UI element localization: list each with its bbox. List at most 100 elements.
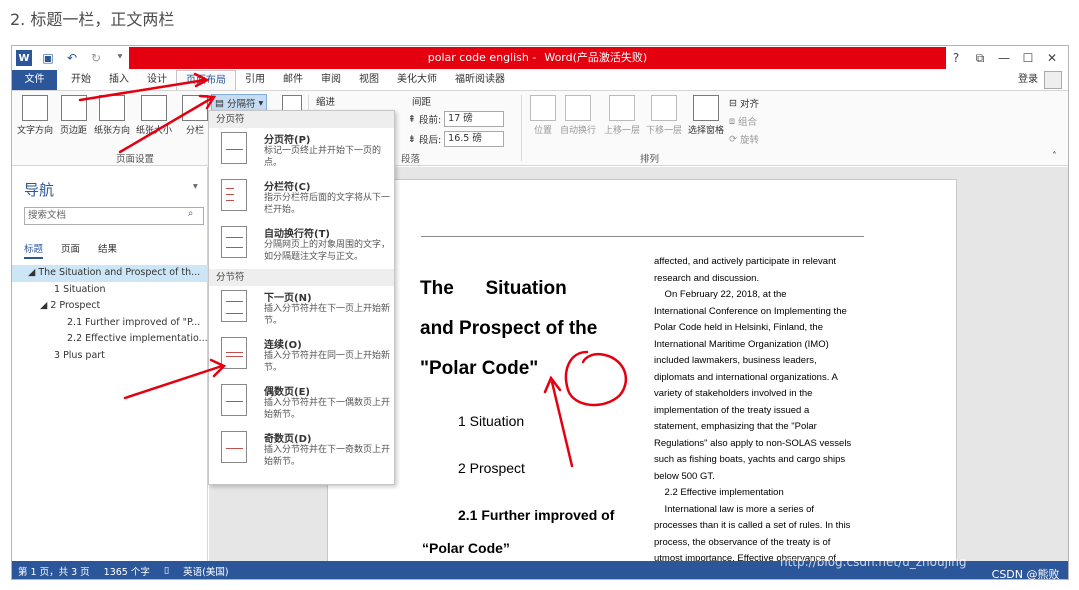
tab-view[interactable]: 视图 bbox=[350, 70, 388, 90]
watermark: http://blog.csdn.net/u_zhoujing bbox=[780, 555, 967, 569]
group-page-setup: 页面设置 bbox=[116, 154, 155, 165]
avatar[interactable] bbox=[1044, 71, 1062, 89]
selection-pane-button[interactable]: 选择窗格 bbox=[688, 95, 724, 136]
search-icon[interactable]: ⌕ bbox=[188, 208, 193, 219]
text-line: Polar Code held in Helsinki, Finland, th… bbox=[654, 322, 823, 333]
nav-tree-item[interactable]: 3 Plus part bbox=[12, 348, 208, 365]
text-line: 2.2 Effective implementation bbox=[654, 487, 784, 498]
columns-icon bbox=[182, 95, 208, 121]
tab-references[interactable]: 引用 bbox=[236, 70, 274, 90]
word-count[interactable]: 1365 个字 bbox=[104, 564, 150, 578]
size-button[interactable]: 纸张大小 bbox=[136, 95, 172, 136]
tab-mailings[interactable]: 邮件 bbox=[274, 70, 312, 90]
heading-tree: ◢ The Situation and Prospect of th... 1 S… bbox=[12, 265, 208, 364]
minimize-button[interactable]: — bbox=[992, 51, 1016, 65]
undo-icon[interactable]: ↶ bbox=[64, 50, 80, 66]
ribbon-display-button[interactable]: ⧉ bbox=[968, 51, 992, 66]
nav-tree-item[interactable]: ◢ The Situation and Prospect of th... bbox=[12, 265, 208, 282]
tab-headings[interactable]: 标题 bbox=[24, 241, 44, 259]
document-page[interactable]: The Situation and Prospect of the "Polar… bbox=[327, 179, 957, 561]
navigation-pane: 导航 ▾ 搜索文档 ⌕ 标题 页面 结果 ◢ The Situation and… bbox=[12, 167, 208, 561]
group-arrange: 排列 bbox=[640, 154, 660, 165]
nav-tree-item[interactable]: ◢ 2 Prospect bbox=[12, 298, 208, 315]
tab-foxit[interactable]: 福昕阅读器 bbox=[446, 70, 514, 90]
menu-item-text-wrapping[interactable]: 自动换行符(T) 分隔网页上的对象周围的文字，如分隔题注文字与正文。 bbox=[209, 222, 394, 269]
nav-title: 导航 bbox=[24, 181, 55, 199]
tab-file[interactable]: 文件 bbox=[12, 70, 57, 90]
help-button[interactable]: ? bbox=[944, 51, 968, 65]
collapse-ribbon-icon[interactable]: ˄ bbox=[1052, 151, 1057, 162]
maximize-button[interactable]: ☐ bbox=[1016, 51, 1040, 65]
tab-page-layout[interactable]: 页面布局 bbox=[176, 69, 236, 91]
tab-results[interactable]: 结果 bbox=[98, 241, 117, 259]
rotate-button[interactable]: ⟳ 旋转 bbox=[729, 132, 759, 147]
nav-options-icon[interactable]: ▾ bbox=[193, 181, 198, 192]
indent-label: 缩进 bbox=[316, 97, 336, 108]
heading-prospect: 2 Prospect bbox=[458, 460, 525, 476]
menu-item-column-break[interactable]: 分栏符(C) 指示分栏符后面的文字将从下一栏开始。 bbox=[209, 175, 394, 222]
group-icon: ⧈ bbox=[729, 115, 736, 127]
tab-review[interactable]: 审阅 bbox=[312, 70, 350, 90]
space-before-input[interactable]: 17 磅 bbox=[444, 111, 505, 127]
spacing-label: 间距 bbox=[412, 97, 432, 108]
space-after-row: ⇟ 段后: 16.5 磅 bbox=[408, 131, 505, 147]
align-button[interactable]: ⊟ 对齐 bbox=[729, 96, 759, 111]
menu-item-continuous[interactable]: 连续(O) 插入分节符并在同一页上开始新节。 bbox=[209, 333, 394, 380]
text-line: included lawmakers, business leaders, bbox=[654, 355, 817, 366]
nav-tree-item[interactable]: 1 Situation bbox=[12, 282, 208, 299]
close-button[interactable]: ✕ bbox=[1040, 51, 1064, 65]
title-bar: W ▣ ↶ ↻ ⯆ polar code english - Word(产品激活失… bbox=[12, 46, 1068, 70]
chevron-down-icon: ▾ bbox=[258, 97, 264, 109]
language[interactable]: 英语(美国) bbox=[183, 564, 228, 578]
text-line: Regulations" also apply to non-SOLAS ves… bbox=[654, 437, 852, 449]
orientation-icon bbox=[99, 95, 125, 121]
bring-forward-button[interactable]: 上移一层 bbox=[604, 95, 640, 136]
menu-item-odd-page[interactable]: 奇数页(D) 插入分节符并在下一奇数页上开始新节。 bbox=[209, 427, 394, 474]
text-direction-button[interactable]: 文字方向 bbox=[17, 95, 53, 136]
nav-tree-item[interactable]: 2.1 Further improved of "P... bbox=[12, 315, 208, 332]
menu-item-even-page[interactable]: 偶数页(E) 插入分节符并在下一偶数页上开始新节。 bbox=[209, 380, 394, 427]
nav-tree-item[interactable]: 2.2 Effective implementatio... bbox=[12, 331, 208, 348]
doc-title-line-2: and Prospect of the bbox=[420, 318, 598, 339]
text-line: process, the observance of the treaty is… bbox=[654, 536, 831, 548]
right-column-text: affected, and actively participate in re… bbox=[654, 254, 863, 561]
heading-2-1: 2.1 Further improved of bbox=[458, 507, 615, 523]
tab-insert[interactable]: 插入 bbox=[100, 70, 138, 90]
send-backward-button[interactable]: 下移一层 bbox=[646, 95, 682, 136]
rotate-icon: ⟳ bbox=[729, 133, 737, 145]
wrap-text-button[interactable]: 自动换行 bbox=[560, 95, 596, 136]
tab-design[interactable]: 设计 bbox=[138, 70, 176, 90]
doc-title-line-1: The Situation bbox=[420, 278, 567, 299]
text-line: diplomats and international organization… bbox=[654, 371, 838, 383]
csdn-credit: CSDN @熊败_ bbox=[991, 568, 1065, 581]
margins-button[interactable]: 页边距 bbox=[60, 95, 87, 136]
login-link[interactable]: 登录 bbox=[1018, 70, 1038, 90]
customize-qat-icon[interactable]: ⯆ bbox=[112, 50, 128, 66]
menu-item-page-break[interactable]: 分页符(P) 标记一页终止并开始下一页的点。 bbox=[209, 128, 394, 175]
text-line: On February 22, 2018, at the bbox=[654, 289, 787, 300]
search-input[interactable]: 搜索文档 bbox=[24, 207, 204, 225]
text-line: implementation of the treaty issued a bbox=[654, 404, 810, 416]
text-line: variety of stakeholders involved in the bbox=[654, 388, 813, 399]
save-icon[interactable]: ▣ bbox=[40, 50, 56, 66]
group-button[interactable]: ⧈ 组合 bbox=[729, 114, 757, 129]
continuous-icon bbox=[221, 337, 247, 369]
orientation-button[interactable]: 纸张方向 bbox=[94, 95, 130, 136]
menu-item-next-page[interactable]: 下一页(N) 插入分节符并在下一页上开始新节。 bbox=[209, 286, 394, 333]
tab-pages[interactable]: 页面 bbox=[61, 241, 80, 259]
position-icon bbox=[530, 95, 556, 121]
page-count[interactable]: 第 1 页，共 3 页 bbox=[18, 564, 90, 578]
tab-beautify[interactable]: 美化大师 bbox=[388, 70, 446, 90]
window-controls: ? ⧉ — ☐ ✕ bbox=[944, 46, 1064, 70]
redo-icon[interactable]: ↻ bbox=[88, 50, 104, 66]
proofing-icon[interactable]: ▯ bbox=[164, 565, 169, 576]
text-line: International Maritime Organization (IMO… bbox=[654, 338, 829, 350]
text-line: below 500 GT. bbox=[654, 470, 715, 482]
columns-button[interactable]: 分栏 bbox=[182, 95, 208, 136]
app-name: Word(产品激活失败) bbox=[544, 51, 648, 64]
space-after-input[interactable]: 16.5 磅 bbox=[444, 131, 505, 147]
blog-heading: 2. 标题一栏，正文两栏 bbox=[10, 10, 175, 29]
space-before-row: ⇞ 段前: 17 磅 bbox=[408, 111, 505, 127]
position-button[interactable]: 位置 bbox=[530, 95, 556, 136]
tab-home[interactable]: 开始 bbox=[62, 70, 100, 90]
